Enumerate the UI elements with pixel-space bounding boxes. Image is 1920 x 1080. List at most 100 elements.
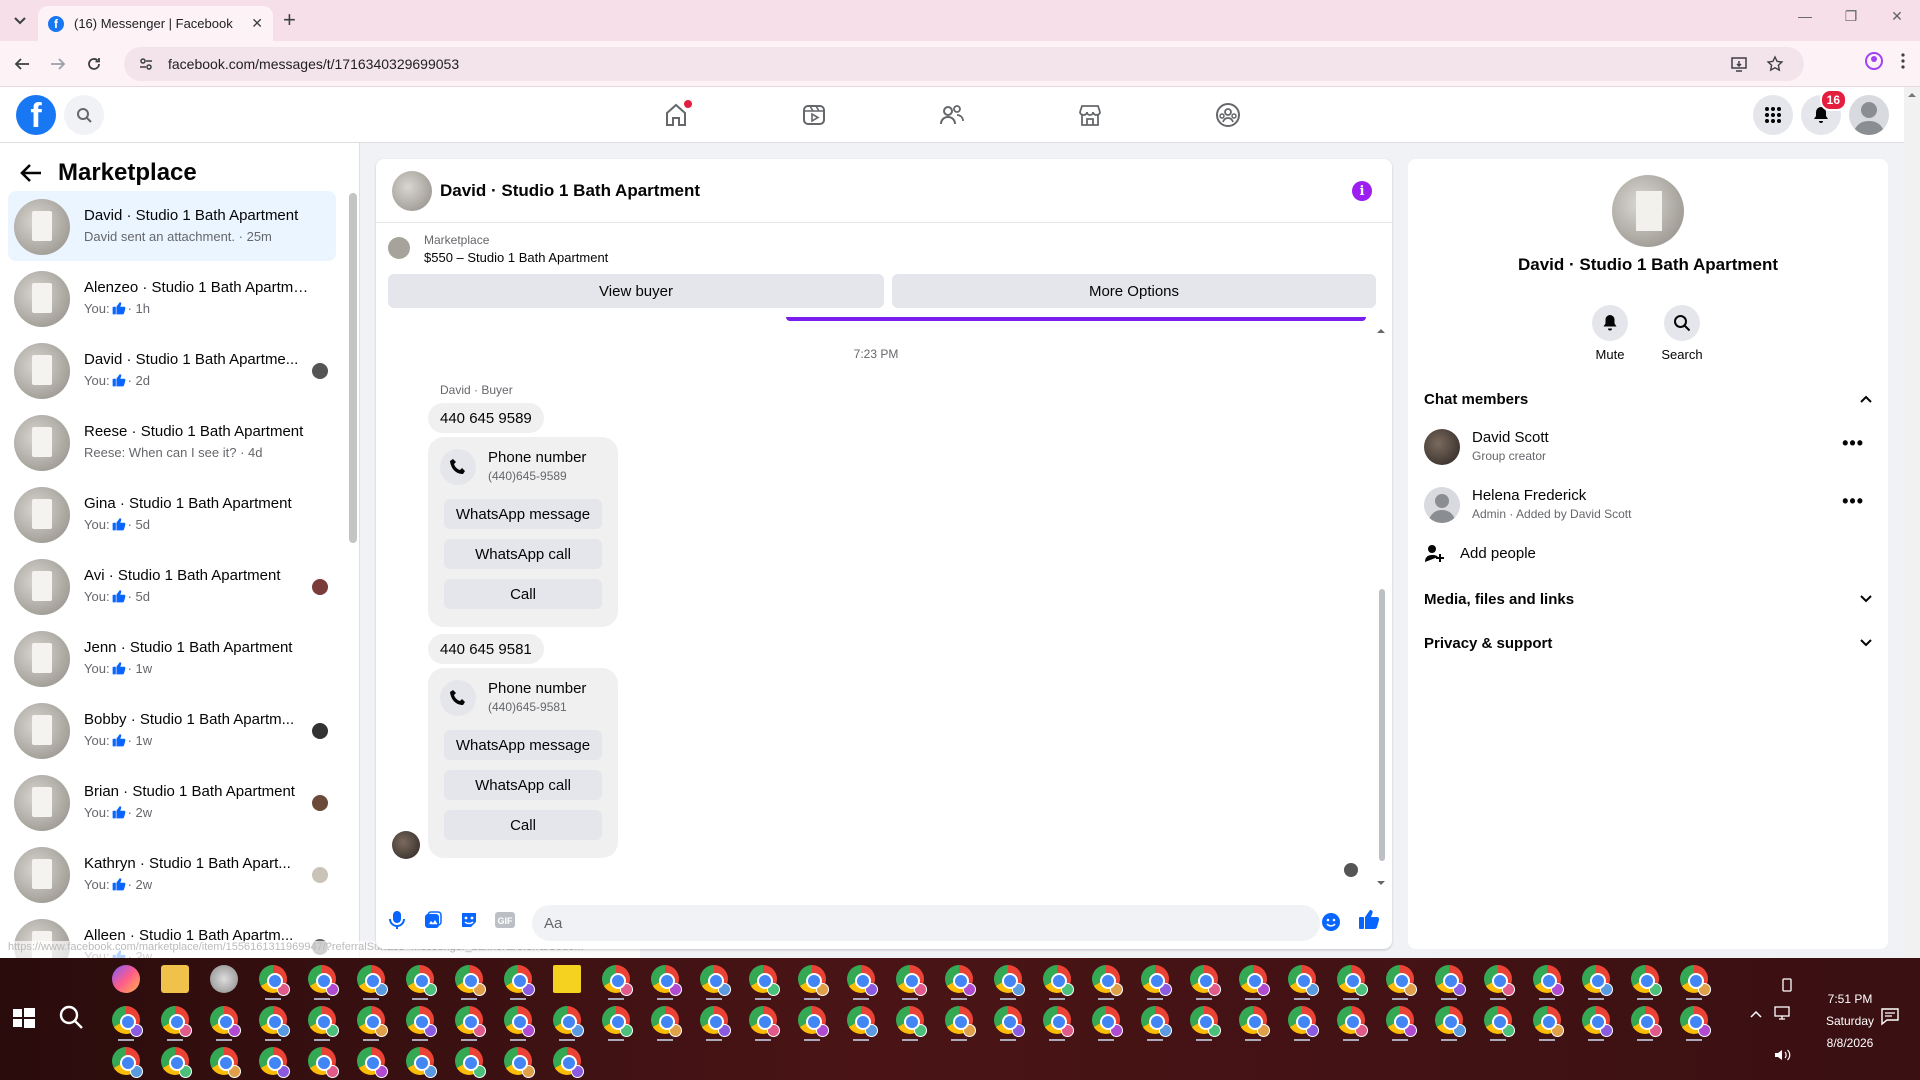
back-arrow-icon[interactable] — [20, 163, 42, 183]
privacy-support-section[interactable]: Privacy & support — [1424, 625, 1872, 661]
taskbar-search-icon[interactable] — [58, 1004, 84, 1030]
site-settings-icon[interactable] — [138, 56, 154, 72]
chrome-app-icon[interactable] — [749, 965, 780, 1000]
chrome-app-icon[interactable] — [308, 965, 339, 1000]
chrome-app-icon[interactable] — [994, 1006, 1025, 1041]
photo-icon[interactable] — [422, 909, 444, 931]
chrome-app-icon[interactable] — [357, 965, 388, 1000]
chrome-app-icon[interactable] — [406, 965, 437, 1000]
chrome-app-icon[interactable] — [308, 1006, 339, 1041]
message-bubble[interactable]: 440 645 9581 — [428, 634, 544, 664]
chrome-app-icon[interactable] — [1141, 965, 1172, 1000]
chrome-app-icon[interactable] — [1484, 1006, 1515, 1041]
emoji-icon[interactable] — [1320, 911, 1342, 933]
address-bar[interactable]: facebook.com/messages/t/1716340329699053 — [124, 47, 1804, 81]
menu-button[interactable] — [1753, 95, 1793, 135]
reload-icon[interactable] — [82, 52, 106, 76]
chrome-app-icon[interactable] — [455, 1047, 486, 1078]
chrome-app-icon[interactable] — [1239, 1006, 1270, 1041]
search-in-conversation-button[interactable]: Search — [1652, 305, 1712, 362]
chrome-app-icon[interactable] — [1043, 1006, 1074, 1041]
chrome-app-icon[interactable] — [112, 1006, 143, 1041]
chrome-app-icon[interactable] — [1582, 965, 1613, 1000]
taskbar-clock[interactable]: 7:51 PM Saturday 8/8/2026 — [1810, 988, 1890, 1054]
paint-app-icon[interactable] — [210, 965, 238, 993]
chrome-app-icon[interactable] — [1386, 965, 1417, 1000]
back-arrow-icon[interactable] — [10, 52, 34, 76]
chat-scroll-thumb[interactable] — [1379, 589, 1385, 861]
call-button[interactable]: Call — [444, 810, 602, 840]
chrome-app-icon[interactable] — [553, 1006, 584, 1041]
gif-icon[interactable]: GIF — [494, 909, 516, 931]
chrome-app-icon[interactable] — [1533, 965, 1564, 1000]
chrome-app-icon[interactable] — [1092, 1006, 1123, 1041]
chrome-app-icon[interactable] — [994, 965, 1025, 1000]
chrome-app-icon[interactable] — [651, 965, 682, 1000]
message-input[interactable] — [532, 905, 1320, 941]
nav-friends[interactable] — [932, 95, 972, 135]
chrome-app-icon[interactable] — [798, 1006, 829, 1041]
conversation-item[interactable]: Jenn · Studio 1 Bath Apartment You: · 1w — [8, 623, 336, 693]
account-avatar[interactable] — [1849, 95, 1889, 135]
chrome-app-icon[interactable] — [1288, 965, 1319, 1000]
chrome-app-icon[interactable] — [847, 965, 878, 1000]
notifications-button[interactable]: 16 — [1801, 89, 1847, 135]
chrome-app-icon[interactable] — [602, 965, 633, 1000]
chrome-app-icon[interactable] — [406, 1047, 437, 1078]
minimize-icon[interactable]: — — [1782, 8, 1828, 24]
chrome-app-icon[interactable] — [259, 965, 290, 1000]
member-row[interactable]: Helena Frederick Admin · Added by David … — [1424, 479, 1872, 531]
conversation-item[interactable]: Kathryn · Studio 1 Bath Apart... You: · 2w — [8, 839, 336, 909]
chrome-app-icon[interactable] — [112, 1047, 143, 1078]
chrome-app-icon[interactable] — [1680, 965, 1711, 1000]
conversation-item[interactable]: Reese · Studio 1 Bath Apartment Reese: Wh… — [8, 407, 336, 477]
view-buyer-button[interactable]: View buyer — [388, 274, 884, 308]
chrome-app-icon[interactable] — [161, 1006, 192, 1041]
facebook-logo[interactable]: f — [16, 95, 56, 135]
whatsapp-call-button[interactable]: WhatsApp call — [444, 539, 602, 569]
conversation-item[interactable]: Avi · Studio 1 Bath Apartment You: · 5d — [8, 551, 336, 621]
chat-thumbnail[interactable] — [392, 171, 432, 211]
chrome-app-icon[interactable] — [945, 1006, 976, 1041]
chrome-app-icon[interactable] — [1337, 1006, 1368, 1041]
page-scrollbar[interactable] — [1904, 87, 1920, 958]
chrome-app-icon[interactable] — [1190, 1006, 1221, 1041]
chrome-app-icon[interactable] — [1435, 1006, 1466, 1041]
network-icon[interactable] — [1774, 1006, 1790, 1020]
more-options-icon[interactable]: ••• — [1842, 433, 1864, 454]
chrome-app-icon[interactable] — [308, 1047, 339, 1078]
conversation-item[interactable]: David · Studio 1 Bath Apartme... You: · 2d — [8, 335, 336, 405]
chrome-app-icon[interactable] — [504, 1047, 535, 1078]
whatsapp-call-button[interactable]: WhatsApp call — [444, 770, 602, 800]
chrome-app-icon[interactable] — [1239, 965, 1270, 1000]
chrome-app-icon[interactable] — [161, 1047, 192, 1078]
chrome-app-icon[interactable] — [798, 965, 829, 1000]
chat-members-section[interactable]: Chat members — [1424, 381, 1872, 417]
nav-video[interactable] — [794, 95, 834, 135]
chrome-app-icon[interactable] — [357, 1047, 388, 1078]
profile-icon[interactable] — [1864, 51, 1884, 71]
chrome-app-icon[interactable] — [896, 1006, 927, 1041]
chrome-app-icon[interactable] — [1631, 965, 1662, 1000]
conversation-item[interactable]: Brian · Studio 1 Bath Apartment You: · 2w — [8, 767, 336, 837]
chevron-up-icon[interactable] — [1750, 1010, 1762, 1018]
sticky-notes-app-icon[interactable] — [553, 965, 581, 993]
microphone-icon[interactable] — [386, 909, 408, 931]
chrome-app-icon[interactable] — [357, 1006, 388, 1041]
windows-start-icon[interactable] — [12, 1006, 36, 1030]
conversation-item[interactable]: David · Studio 1 Bath Apartment David sen… — [8, 191, 336, 261]
whatsapp-message-button[interactable]: WhatsApp message — [444, 730, 602, 760]
chrome-app-icon[interactable] — [1631, 1006, 1662, 1041]
chrome-app-icon[interactable] — [700, 965, 731, 1000]
chrome-app-icon[interactable] — [504, 965, 535, 1000]
chrome-app-icon[interactable] — [1582, 1006, 1613, 1041]
copilot-app-icon[interactable] — [112, 965, 140, 993]
nav-marketplace[interactable] — [1070, 95, 1110, 135]
chrome-app-icon[interactable] — [1386, 1006, 1417, 1041]
file-explorer-app-icon[interactable] — [161, 965, 189, 993]
chrome-app-icon[interactable] — [700, 1006, 731, 1041]
tablet-mode-icon[interactable] — [1780, 978, 1794, 992]
call-button[interactable]: Call — [444, 579, 602, 609]
conversation-avatar[interactable] — [1612, 175, 1684, 247]
chrome-app-icon[interactable] — [1680, 1006, 1711, 1041]
